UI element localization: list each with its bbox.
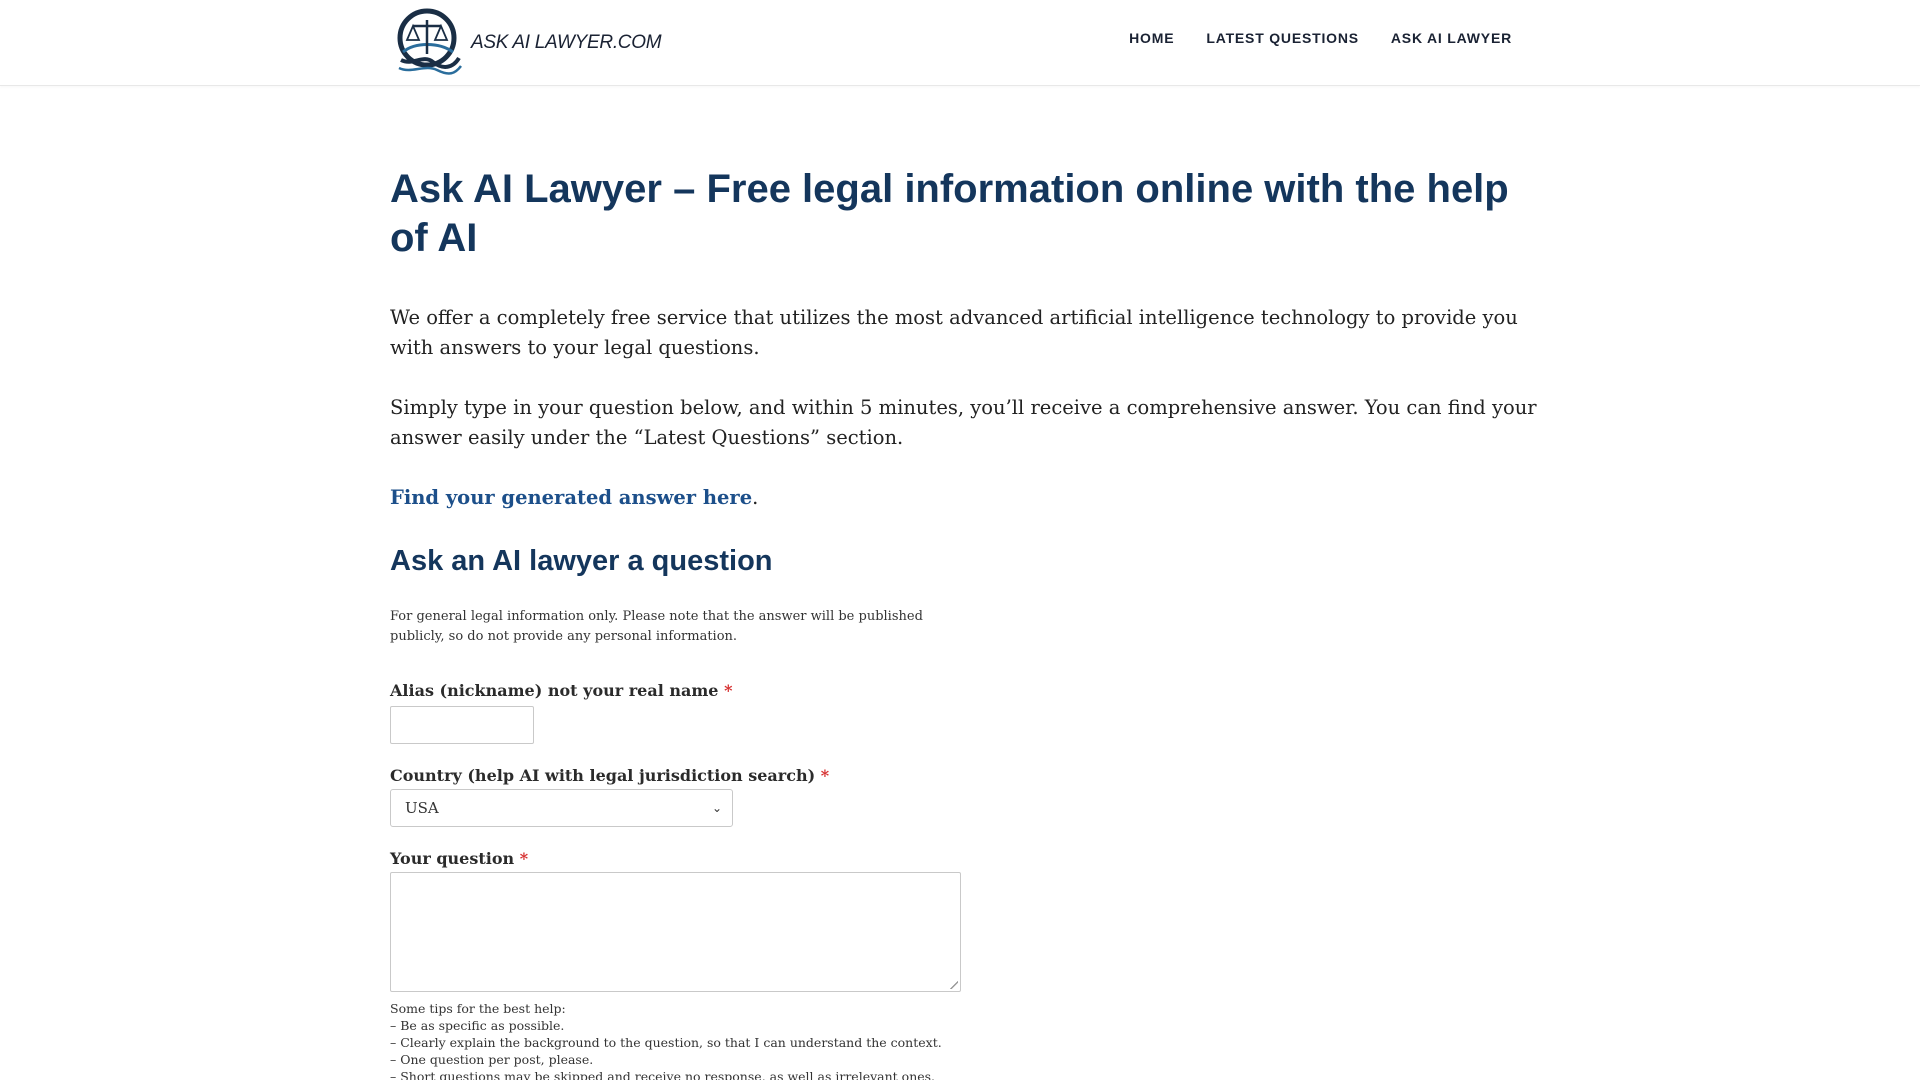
tips-list: Some tips for the best help: – Be as spe… [390,1000,1530,1080]
answer-link-paragraph: Find your generated answer here. [390,483,1540,513]
scales-of-justice-icon [397,8,462,75]
question-textarea[interactable] [390,872,961,992]
answer-link-period: . [752,486,759,509]
form-heading: Ask an AI lawyer a question [390,545,773,577]
intro-paragraph-1: We offer a completely free service that … [390,306,1518,359]
question-label-text: Your question [390,849,515,868]
main-nav: HOME LATEST QUESTIONS ASK AI LAWYER [1129,30,1512,46]
intro: We offer a completely free service that … [390,303,1540,513]
tip-item: – Clearly explain the background to the … [390,1035,942,1050]
tip-item: – Short questions may be skipped and rec… [390,1069,936,1080]
disclaimer-text: For general legal information only. Plea… [390,609,923,644]
site-logo[interactable]: ASK AI LAWYER.COM [393,8,662,78]
find-answer-link[interactable]: Find your generated answer here [390,486,752,509]
tips-heading: Some tips for the best help: [390,1001,566,1016]
required-mark: * [724,681,733,700]
country-selected-value: USA [405,799,439,817]
country-label-text: Country (help AI with legal jurisdiction… [390,766,816,785]
page-title: Ask AI Lawyer – Free legal information o… [390,167,1509,260]
country-label: Country (help AI with legal jurisdiction… [390,766,1530,785]
site-header: ASK AI LAWYER.COM HOME LATEST QUESTIONS … [0,0,1920,86]
country-select[interactable]: USA ⌄ [390,789,733,827]
logo-text: ASK AI LAWYER.COM [471,32,662,53]
chevron-down-icon: ⌄ [711,801,722,815]
nav-home[interactable]: HOME [1129,30,1174,46]
required-mark: * [519,849,529,868]
alias-label-text: Alias (nickname) not your real name [390,681,719,700]
tip-item: – One question per post, please. [390,1052,594,1067]
nav-latest-questions[interactable]: LATEST QUESTIONS [1206,30,1359,46]
nav-ask-ai-lawyer[interactable]: ASK AI LAWYER [1391,30,1512,46]
alias-label: Alias (nickname) not your real name * [390,681,1530,700]
intro-paragraph-2: Simply type in your question below, and … [390,396,1537,449]
main-content: Ask AI Lawyer – Free legal information o… [390,165,1537,1080]
alias-input[interactable] [390,706,534,744]
tip-item: – Be as specific as possible. [390,1018,565,1033]
required-mark: * [820,766,830,785]
resize-handle-icon[interactable] [949,980,958,989]
question-label: Your question * [390,849,1530,868]
